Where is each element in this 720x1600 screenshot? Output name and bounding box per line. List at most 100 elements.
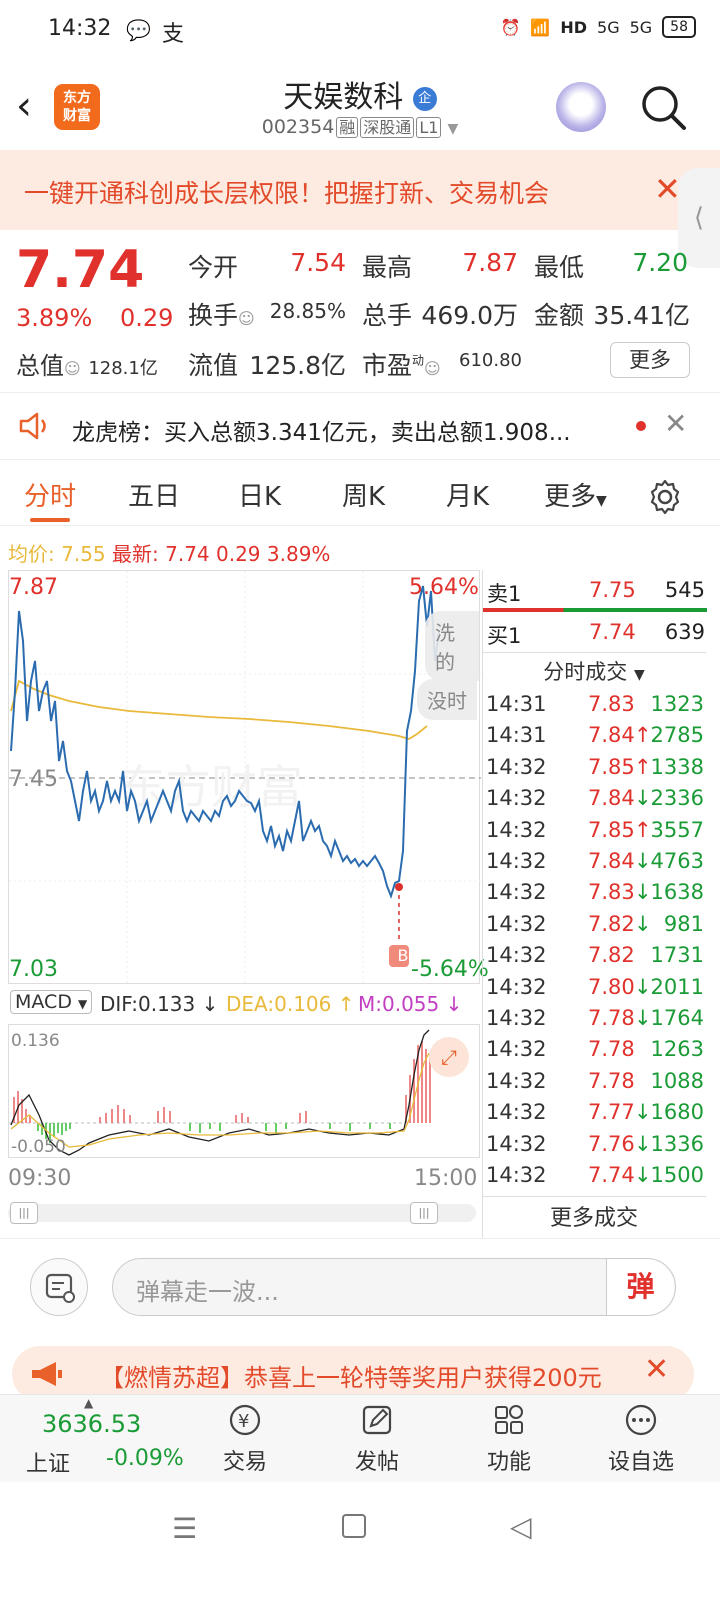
trade-volume: 2785 <box>650 723 704 748</box>
trade-volume: 4763 <box>650 849 704 873</box>
trade-icon: ¥ <box>229 1404 261 1436</box>
trade-direction-icon: ↓ <box>634 849 652 873</box>
danmu-bubble[interactable]: 没时 <box>417 679 477 720</box>
trade-volume: 1764 <box>650 1006 704 1030</box>
danmu-settings-icon[interactable] <box>30 1258 88 1316</box>
trade-price: 7.84 <box>588 723 635 748</box>
megaphone-icon <box>32 1362 62 1386</box>
system-nav-bar: ☰ ◁ <box>0 1482 720 1600</box>
nav-add-watchlist-label: 设自选 <box>607 1450 674 1475</box>
chart-mid-price: 7.45 <box>9 767 58 792</box>
chevron-down-icon: ▼ <box>447 121 459 137</box>
pe-stat[interactable]: 市盈动☺ 610.80 <box>362 346 522 382</box>
pe-value: 610.80 <box>459 350 522 371</box>
trade-direction-icon: ↓ <box>634 786 652 811</box>
bid-label: 买1 <box>487 624 522 648</box>
open-label: 今开 <box>188 253 239 282</box>
chevron-up-icon[interactable]: ▲ <box>84 1396 93 1410</box>
open-stat: 今开 7.54 <box>188 248 346 284</box>
promo-banner[interactable]: 一键开通科创成长层权限！把握打新、交易机会 ✕ <box>0 150 720 230</box>
float-label: 流值 <box>188 351 239 380</box>
more-trades-button[interactable]: 更多成交 <box>482 1196 706 1240</box>
tab-more[interactable]: 更多▼ <box>544 476 607 513</box>
danmu-send-button[interactable]: 弹 <box>606 1259 674 1315</box>
svg-text:¥: ¥ <box>238 1411 249 1432</box>
trades-title-label: 分时成交 <box>543 660 628 684</box>
wifi-icon: 📶 <box>530 17 551 37</box>
trade-row: 14:32 7.82 ↓ 981 <box>486 912 704 942</box>
search-icon[interactable] <box>638 82 688 132</box>
menu-icon[interactable]: ☰ <box>172 1512 197 1545</box>
trade-price: 7.85 <box>588 817 635 842</box>
chevron-down-icon: ▼ <box>633 667 645 683</box>
trade-price: 7.84 <box>588 849 635 873</box>
back-icon[interactable]: ◁ <box>510 1510 532 1543</box>
intraday-chart[interactable]: 东方财富 7.87 7.45 7.03 5.64% -5.64% B 洗的 没时 <box>8 570 489 985</box>
assistant-robot-icon[interactable] <box>556 82 606 132</box>
nav-functions[interactable]: 功能 <box>464 1402 554 1476</box>
ask-row: 卖1 7.75 545 <box>487 578 705 608</box>
index-value[interactable]: 3636.53 <box>42 1410 141 1438</box>
avg-value: 7.55 <box>61 542 106 566</box>
info-icon: ☺ <box>238 309 255 328</box>
trade-volume: 1336 <box>650 1131 704 1156</box>
tab-daily-k[interactable]: 日K <box>238 476 281 513</box>
macd-dif-value: DIF:0.133 <box>100 992 196 1016</box>
tab-monthly-k[interactable]: 月K <box>446 476 489 513</box>
stock-code: 002354 <box>261 116 335 138</box>
back-arrow-icon[interactable]: ‹ <box>16 84 32 128</box>
trade-time: 14:32 <box>486 1163 547 1187</box>
turnover-stat[interactable]: 换手☺ 28.85% <box>188 296 346 332</box>
nav-trade[interactable]: ¥ 交易 <box>200 1402 290 1476</box>
chevron-down-icon: ▼ <box>596 493 607 509</box>
mktcap-stat[interactable]: 总值☺ 128.1亿 <box>16 346 158 381</box>
trade-price: 7.78 <box>588 1068 635 1093</box>
home-icon[interactable] <box>342 1514 366 1538</box>
trade-time: 14:32 <box>486 849 547 873</box>
danmu-placeholder: 弹幕走一波... <box>136 1278 279 1306</box>
settings-gear-icon[interactable] <box>646 478 684 516</box>
last-change: 0.29 <box>216 542 261 566</box>
trade-price: 7.84 <box>588 786 635 811</box>
trade-time: 14:31 <box>486 692 547 716</box>
close-icon[interactable]: ✕ <box>644 1352 669 1387</box>
range-handle-left[interactable]: ||| <box>10 1202 38 1224</box>
expand-icon[interactable]: ⤢ <box>429 1037 469 1077</box>
close-icon[interactable]: ✕ <box>654 170 681 208</box>
nav-post[interactable]: 发帖 <box>332 1402 422 1476</box>
volume-stat: 总手 469.0万 <box>362 296 518 332</box>
buy-marker-label: B <box>397 946 409 965</box>
trade-time: 14:32 <box>486 1037 547 1062</box>
time-axis-end: 15:00 <box>414 1166 478 1191</box>
trade-row: 14:32 7.82 1731 <box>486 943 704 973</box>
app-logo[interactable]: 东方 财富 <box>54 84 100 130</box>
indicator-select[interactable]: MACD ▼ <box>10 990 93 1014</box>
stock-subtitle[interactable]: 002354 融深股通 L1 ▼ <box>200 114 520 138</box>
trade-time: 14:32 <box>486 1131 547 1156</box>
danmu-bubble[interactable]: 洗的 <box>425 611 479 681</box>
tab-five-day[interactable]: 五日 <box>128 476 180 513</box>
trade-direction-icon: ↑ <box>634 817 652 842</box>
chart-range-scrollbar[interactable]: ||| ||| <box>8 1202 476 1224</box>
unread-dot <box>636 421 646 431</box>
nav-add-watchlist[interactable]: 设自选 <box>596 1402 686 1476</box>
trades-title[interactable]: 分时成交 ▼ <box>482 656 706 686</box>
high-stat: 最高 7.87 <box>362 248 518 284</box>
close-icon[interactable]: ✕ <box>664 407 687 440</box>
stock-title: 天娱数科 企 <box>200 72 520 116</box>
trade-row: 14:31 7.83 1323 <box>486 692 704 722</box>
logo-line1: 东方 <box>63 90 91 106</box>
status-indicators: ⏰ 📶 HD 5G 5G 58 <box>501 16 696 38</box>
macd-chart[interactable]: 0.136 -0.050 ⤢ <box>8 1024 480 1158</box>
trade-direction-icon: ↓ <box>634 1163 652 1187</box>
macd-dea: DEA:0.106 ↑ <box>226 992 355 1016</box>
trade-row: 14:32 7.78 ↓ 1764 <box>486 1006 704 1036</box>
trade-price: 7.74 <box>588 1163 635 1187</box>
news-ticker[interactable]: 龙虎榜：买入总额3.341亿元，卖出总额1.908... ✕ <box>0 392 720 460</box>
more-stats-button[interactable]: 更多 <box>610 342 690 378</box>
range-handle-right[interactable]: ||| <box>410 1202 438 1224</box>
tab-weekly-k[interactable]: 周K <box>342 476 385 513</box>
arrow-up-icon: ↑ <box>337 992 355 1016</box>
ticker-text: 龙虎榜：买入总额3.341亿元，卖出总额1.908... <box>72 420 571 446</box>
tab-intraday[interactable]: 分时 <box>24 476 76 513</box>
